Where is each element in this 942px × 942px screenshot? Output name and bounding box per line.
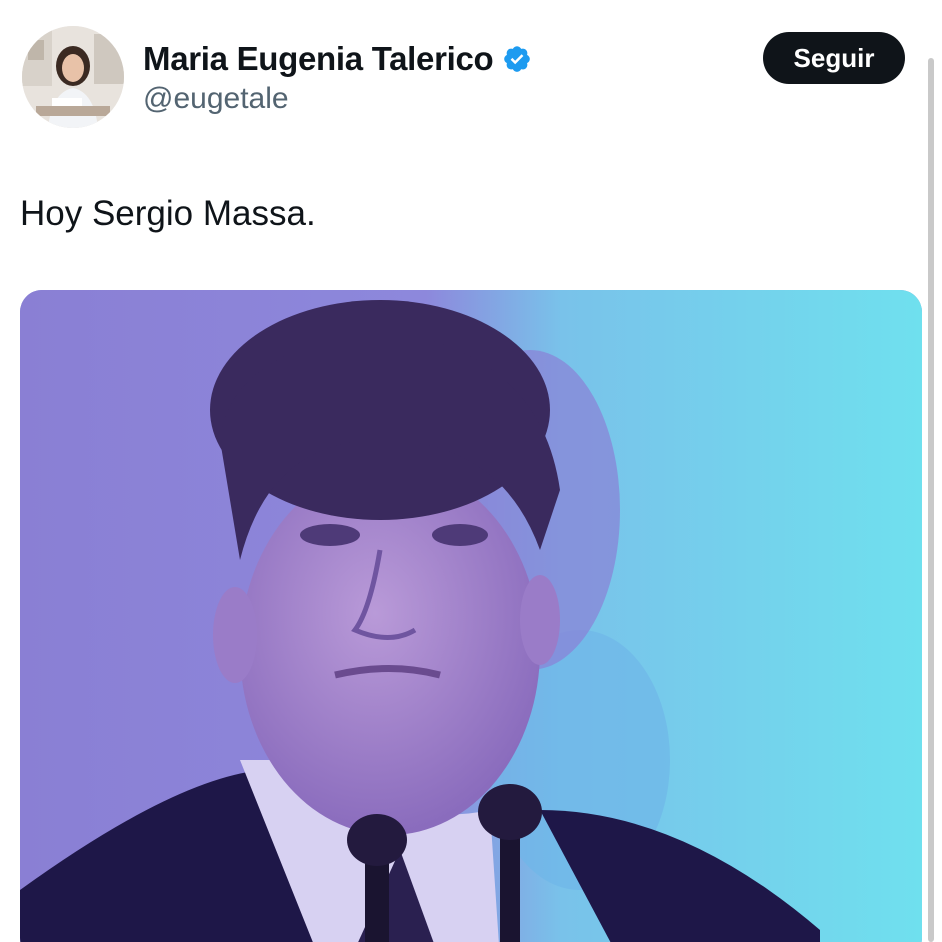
tweet-text: Hoy Sergio Massa. — [20, 194, 316, 233]
author-name-row: Maria Eugenia Talerico — [143, 36, 532, 82]
author-display-name[interactable]: Maria Eugenia Talerico — [143, 40, 494, 78]
verified-badge-icon[interactable] — [502, 44, 532, 74]
follow-button[interactable]: Seguir — [763, 32, 905, 84]
scrollbar[interactable] — [928, 58, 934, 942]
tweet-card: Maria Eugenia Talerico @eugetale Seguir … — [0, 0, 942, 942]
author-avatar[interactable] — [22, 26, 124, 128]
avatar-image — [22, 26, 124, 128]
author-handle[interactable]: @eugetale — [143, 82, 289, 116]
tweet-photo[interactable] — [20, 290, 922, 942]
photo-image — [20, 290, 922, 942]
